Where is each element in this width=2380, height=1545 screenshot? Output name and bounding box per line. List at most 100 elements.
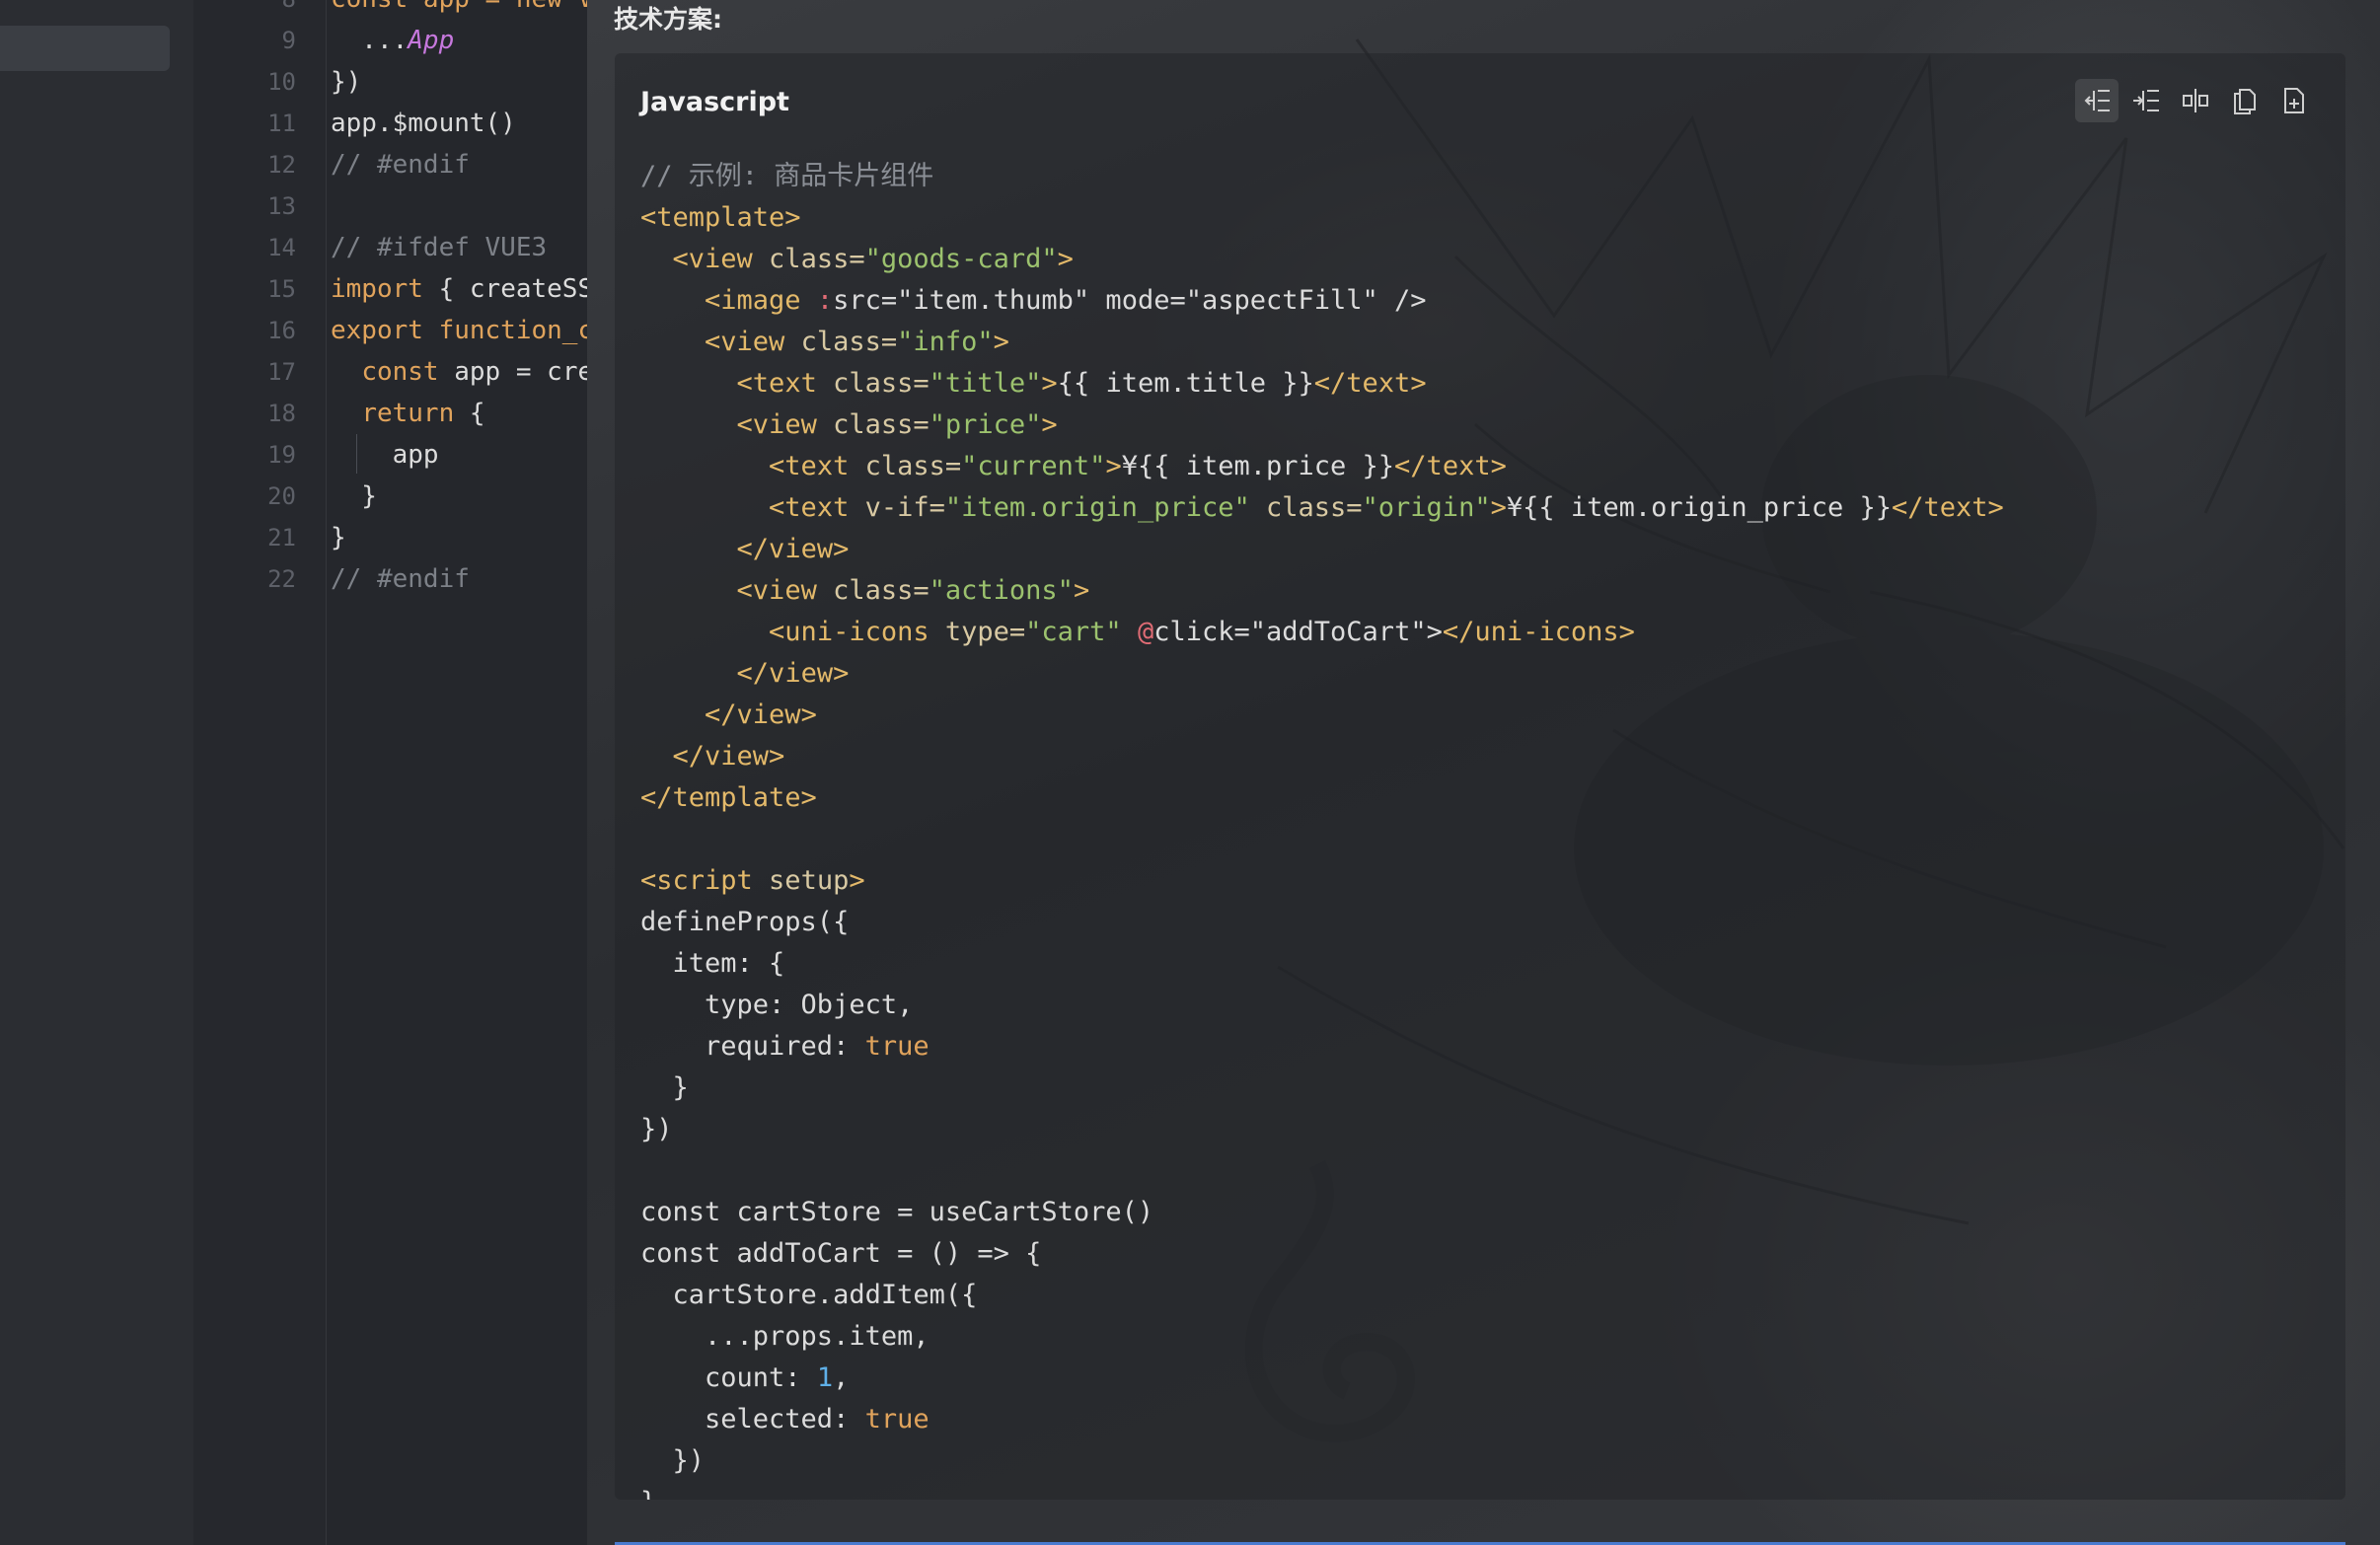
code-line: <uni-icons type="cart" @click="addToCart… xyxy=(640,612,2326,653)
code-line: </view> xyxy=(640,695,2326,736)
code-line: cartStore.addItem({ xyxy=(640,1275,2326,1316)
code-token: true xyxy=(864,1031,930,1062)
code-line: </view> xyxy=(640,529,2326,570)
code-line: <view class="actions"> xyxy=(640,570,2326,612)
code-token: const xyxy=(361,357,439,387)
code-language-label: Javascript xyxy=(640,87,789,117)
editor-code-line: const app = new V xyxy=(331,0,587,20)
code-token: } xyxy=(331,481,377,511)
code-token: class= xyxy=(849,451,962,481)
editor-code-line: } xyxy=(331,517,346,558)
code-line: <text class="title">{{ item.title }}</te… xyxy=(640,363,2326,405)
code-token: <text xyxy=(736,368,817,399)
insert-file-icon[interactable] xyxy=(2272,79,2316,122)
code-token: </text> xyxy=(1313,368,1427,399)
code-line: item: { xyxy=(640,943,2326,985)
code-token: click="addToCart"> xyxy=(1153,617,1443,647)
editor-code-line: } xyxy=(331,476,377,517)
code-token: "item.origin_price" xyxy=(944,492,1250,523)
code-editor[interactable]: const app = new V ...App}) app.$mount() //… xyxy=(327,0,587,1545)
code-token: > xyxy=(1073,575,1090,606)
code-token: required: xyxy=(640,1031,865,1062)
copy-icon[interactable] xyxy=(2223,79,2267,122)
code-line: ...props.item, xyxy=(640,1316,2326,1358)
line-number: 11 xyxy=(267,110,296,137)
code-line: </template> xyxy=(640,777,2326,819)
editor-code-line: export function_c xyxy=(331,310,587,351)
code-token: type= xyxy=(929,617,1026,647)
code-line: selected: true xyxy=(640,1399,2326,1440)
code-token: </view> xyxy=(736,534,850,564)
indent-guide xyxy=(356,434,357,474)
code-token: ¥{{ item.origin_price }} xyxy=(1506,492,1892,523)
code-token: "origin" xyxy=(1362,492,1491,523)
code-line: defineProps({ xyxy=(640,902,2326,943)
code-content[interactable]: // 示例: 商品卡片组件 <template> <view class="goo… xyxy=(640,156,2326,1500)
code-token: <text xyxy=(769,492,850,523)
collapse-all-icon[interactable] xyxy=(2075,79,2119,122)
code-line: const addToCart = () => { xyxy=(640,1233,2326,1275)
line-number: 15 xyxy=(267,275,296,303)
code-token: // 示例: 商品卡片组件 xyxy=(640,161,934,191)
code-token: <view xyxy=(736,409,817,440)
code-token: "current" xyxy=(961,451,1106,481)
code-token: "cart" xyxy=(1025,617,1122,647)
code-token: , xyxy=(833,1362,850,1393)
code-line: <template> xyxy=(640,197,2326,239)
code-token: { createSS xyxy=(422,274,587,304)
code-block-toolbar xyxy=(2075,79,2316,126)
code-token: } xyxy=(640,1487,656,1500)
code-token: <view xyxy=(672,244,753,274)
code-token: app = cre xyxy=(438,357,587,387)
line-number: 9 xyxy=(281,27,296,54)
editor-code-line: // #endif xyxy=(331,558,470,600)
code-line: <view class="goods-card"> xyxy=(640,239,2326,280)
sidebar-selected-item[interactable] xyxy=(0,26,170,71)
file-sidebar xyxy=(0,0,193,1545)
split-icon[interactable] xyxy=(2174,79,2217,122)
code-token: selected: xyxy=(640,1404,865,1435)
code-token: {{ item.title }} xyxy=(1057,368,1314,399)
code-line: <image :src="item.thumb" mode="aspectFil… xyxy=(640,280,2326,322)
code-token: "title" xyxy=(929,368,1042,399)
code-line: } xyxy=(640,1482,2326,1500)
code-line: count: 1, xyxy=(640,1358,2326,1399)
code-token: // #endif xyxy=(331,564,470,594)
editor-code-line: app xyxy=(331,434,439,476)
code-token: } xyxy=(640,1072,689,1103)
code-token: "goods-card" xyxy=(864,244,1058,274)
code-line: }) xyxy=(640,1440,2326,1482)
code-line: </view> xyxy=(640,653,2326,695)
code-token: </view> xyxy=(705,699,817,730)
code-token: > xyxy=(1490,492,1507,523)
code-token: class= xyxy=(816,409,930,440)
code-token: // #endif xyxy=(331,150,470,180)
code-token: return xyxy=(361,399,455,428)
line-number: 21 xyxy=(267,524,296,552)
line-number-gutter: 8 9 10 11 12 13 14 15 16 17 18 19 20 21 22 xyxy=(193,0,327,1545)
code-token: type: Object, xyxy=(640,990,914,1020)
code-line: </view> xyxy=(640,736,2326,777)
code-line: }) xyxy=(640,1109,2326,1150)
line-number: 19 xyxy=(267,441,296,469)
code-token: src="item.thumb" mode="aspectFill" /> xyxy=(833,285,1427,316)
code-line: <view class="info"> xyxy=(640,322,2326,363)
code-token: <view xyxy=(736,575,817,606)
line-number: 8 xyxy=(217,0,296,20)
code-token: import xyxy=(331,274,423,304)
line-number: 17 xyxy=(267,358,296,386)
code-token: }) xyxy=(640,1445,706,1476)
expand-all-icon[interactable] xyxy=(2124,79,2168,122)
editor-code-line: const app = cre xyxy=(331,351,587,393)
code-token: class= xyxy=(752,244,865,274)
code-token: v-if= xyxy=(849,492,945,523)
code-line: <text class="current">¥{{ item.price }}<… xyxy=(640,446,2326,487)
editor-code-line: // #endif xyxy=(331,144,470,185)
line-number: 18 xyxy=(267,400,296,427)
